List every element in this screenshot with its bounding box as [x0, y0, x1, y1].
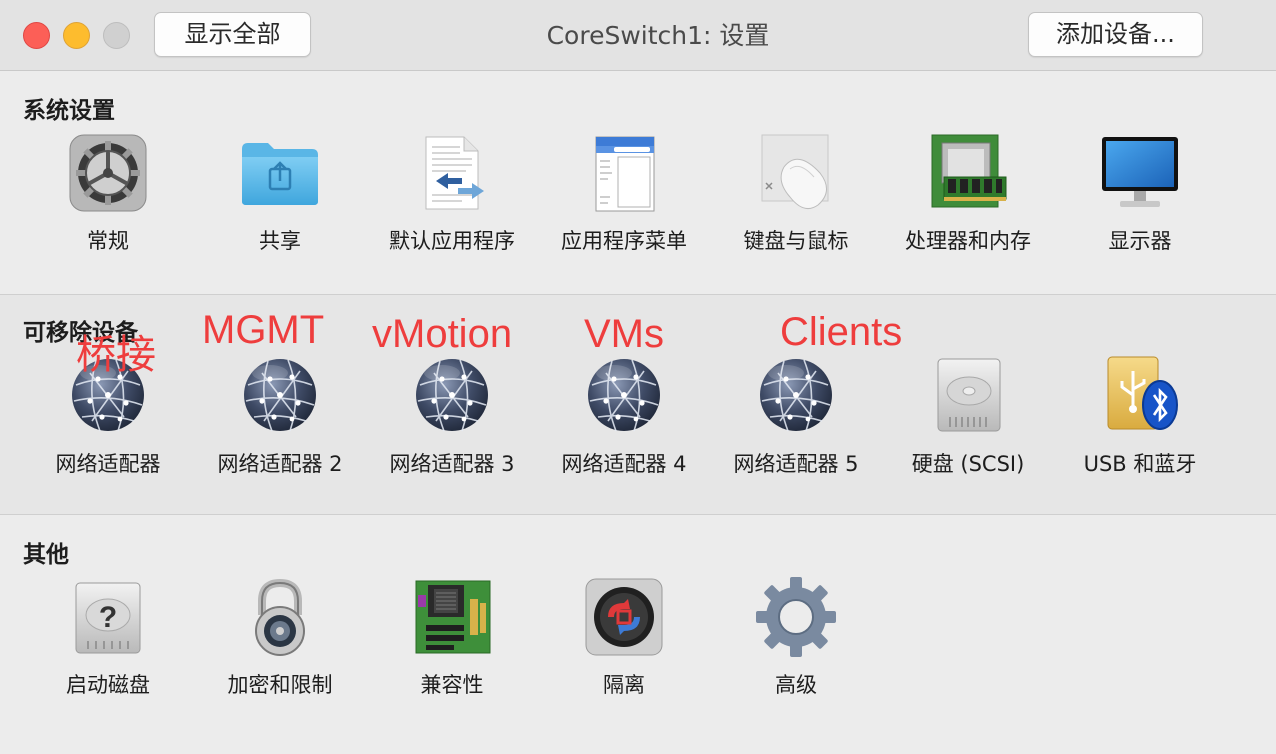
network-adapter-3-label: 网络适配器 3: [389, 452, 515, 476]
shared-folder-icon: [242, 143, 318, 205]
annotation-clients: Clients: [780, 310, 903, 354]
pref-default-apps-label: 默认应用程序: [389, 229, 515, 253]
isolation-label: 隔离: [603, 673, 645, 697]
startup-disk-icon: ?: [75, 582, 141, 654]
compatibility-label: 兼容性: [420, 673, 484, 697]
isolation-icon: [585, 578, 663, 656]
encryption-restrictions-label: 加密和限制: [227, 673, 333, 697]
ram-chip-icon: [931, 134, 1007, 208]
annotation-vms: VMs: [584, 312, 664, 356]
annotation-vmotion: vMotion: [372, 312, 513, 356]
network-globe-icon: [415, 358, 489, 432]
monitor-icon: [1102, 137, 1178, 207]
annotation-bridge: 桥接: [76, 333, 156, 377]
network-adapter-2-label: 网络适配器 2: [217, 452, 343, 476]
app-menu-icon: [595, 136, 655, 212]
gear-icon: [69, 134, 147, 212]
document-arrows-icon: [425, 136, 484, 210]
pref-sharing-label: 共享: [259, 229, 301, 253]
pref-display-label: 显示器: [1108, 229, 1172, 253]
other-section: 其他 ? 启动磁盘 加密和限制 兼容性 隔离 高级: [0, 515, 1276, 754]
pref-app-menu-label: 应用程序菜单: [561, 229, 687, 253]
motherboard-icon: [415, 580, 491, 654]
section-title-system: 系统设置: [23, 98, 115, 124]
network-adapter-4-label: 网络适配器 4: [561, 452, 687, 476]
add-device-button[interactable]: 添加设备...: [1028, 12, 1203, 57]
pref-processor-memory-label: 处理器和内存: [905, 229, 1031, 253]
usb-bluetooth-label: USB 和蓝牙: [1083, 452, 1197, 476]
system-settings-section: 系统设置 常规 共享 默认应用程序 应用程序菜单 键盘与鼠标 处理器和内存 显示…: [0, 71, 1276, 295]
advanced-gear-icon: [756, 577, 836, 657]
network-adapter-1-label: 网络适配器: [55, 452, 161, 476]
hard-disk-icon: [937, 358, 1001, 432]
mouse-icon: [761, 134, 829, 210]
network-globe-icon: [243, 358, 317, 432]
svg-text:?: ?: [99, 601, 117, 634]
title-bar: 显示全部 CoreSwitch1: 设置 添加设备...: [0, 0, 1276, 71]
pref-keyboard-mouse-label: 键盘与鼠标: [743, 229, 849, 253]
usb-bluetooth-icon: [1107, 356, 1178, 430]
padlock-icon: [255, 578, 305, 656]
section-title-other: 其他: [23, 542, 69, 568]
startup-disk-label: 启动磁盘: [66, 673, 150, 697]
network-adapter-5-label: 网络适配器 5: [733, 452, 859, 476]
annotation-mgmt: MGMT: [202, 308, 325, 352]
network-globe-icon: [587, 358, 661, 432]
advanced-label: 高级: [775, 673, 817, 697]
hard-disk-scsi-label: 硬盘 (SCSI): [911, 452, 1025, 476]
pref-general-label: 常规: [87, 229, 129, 253]
network-globe-icon: [759, 358, 833, 432]
